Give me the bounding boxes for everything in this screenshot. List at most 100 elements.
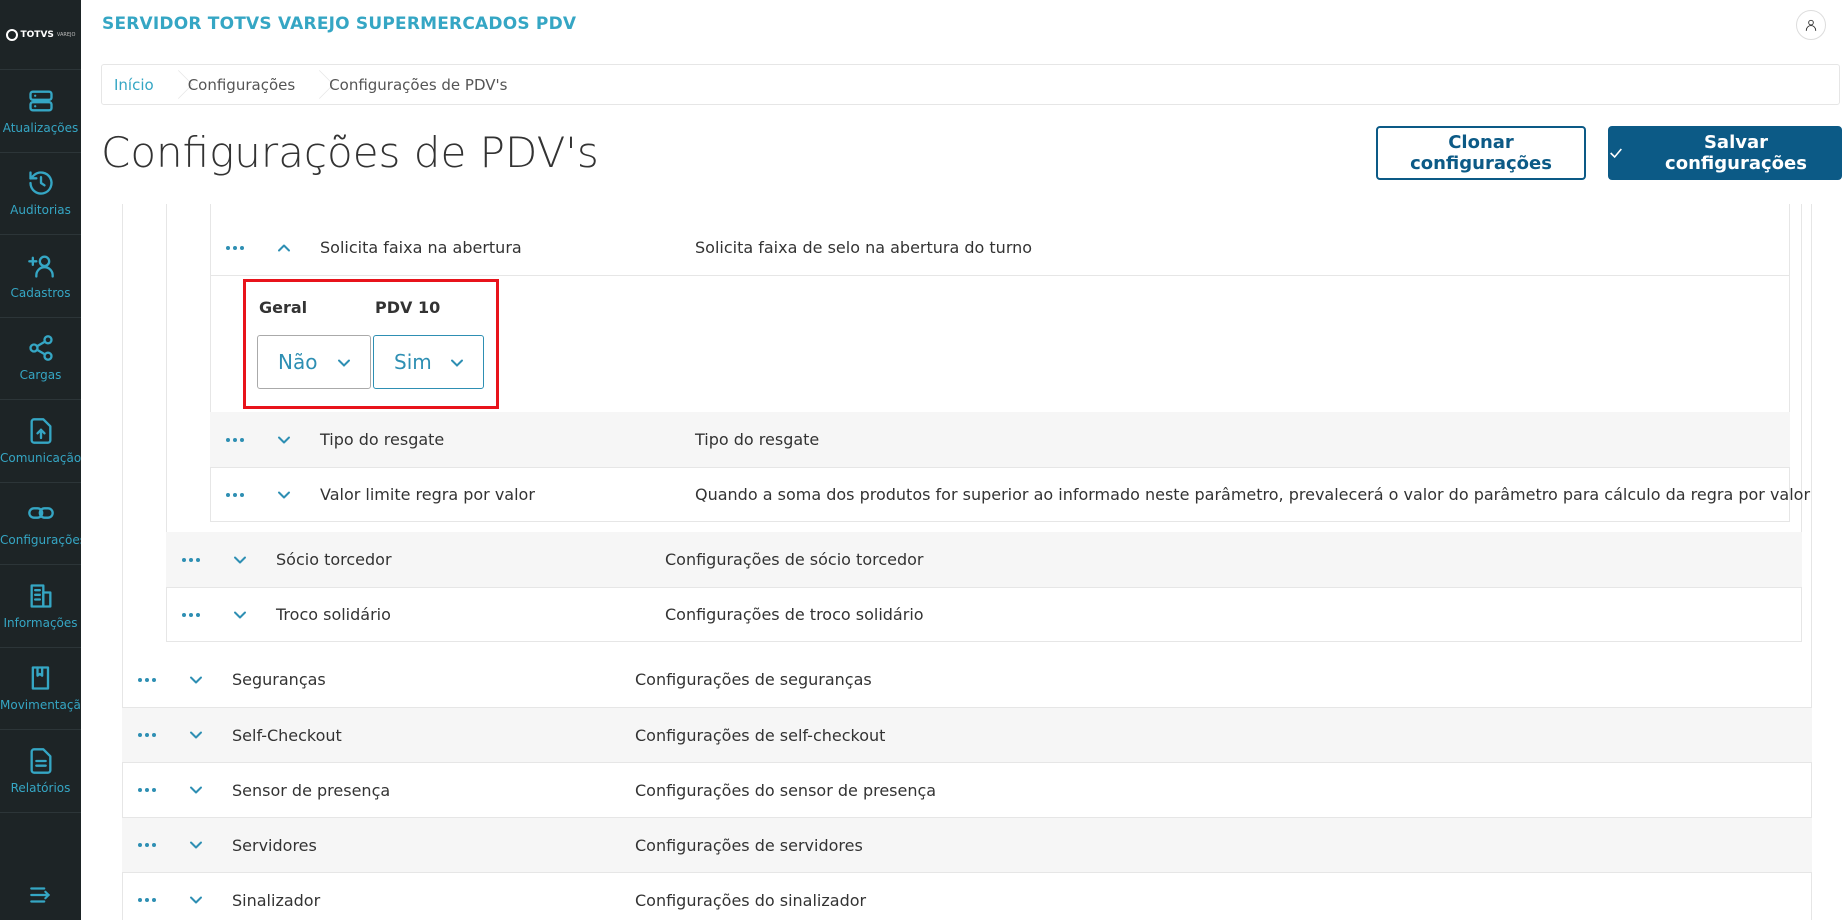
config-description: Tipo do resgate (695, 430, 820, 449)
clone-configurations-button[interactable]: Clonar configurações (1376, 126, 1586, 180)
sidebar-item-label: Configurações (0, 533, 81, 548)
config-name: Seguranças (232, 670, 326, 689)
config-row-socio-torcedor[interactable]: Sócio torcedor Configurações de sócio to… (166, 532, 1802, 588)
app-title: SERVIDOR TOTVS VAREJO SUPERMERCADOS PDV (102, 14, 577, 34)
sidebar-item-label: Auditorias (10, 203, 71, 218)
totvs-logo[interactable]: TOTVS VAREJO (0, 0, 81, 70)
sidebar-item-cargas[interactable]: Cargas (0, 318, 81, 400)
user-profile-button[interactable] (1796, 10, 1826, 40)
config-description: Solicita faixa de selo na abertura do tu… (695, 238, 1033, 257)
chevron-down-icon[interactable] (184, 833, 208, 857)
more-options-icon[interactable] (223, 492, 247, 497)
user-icon (1805, 19, 1817, 31)
history-icon (28, 171, 53, 195)
sidebar-item-movimentacao[interactable]: Movimentação (0, 648, 81, 730)
chevron-down-icon[interactable] (272, 483, 296, 507)
sidebar-collapse-button[interactable] (0, 882, 81, 908)
config-row-valor-limite[interactable]: Valor limite regra por valor Quando a so… (210, 468, 1810, 522)
breadcrumb-separator (166, 64, 176, 105)
config-description: Configurações de troco solidário (665, 605, 924, 624)
top-bar: SERVIDOR TOTVS VAREJO SUPERMERCADOS PDV (81, 0, 1846, 52)
breadcrumb-configuracoes[interactable]: Configurações (176, 65, 307, 104)
link-icon (27, 507, 54, 520)
chevron-down-icon[interactable] (228, 603, 252, 627)
sidebar-item-label: Cadastros (10, 285, 71, 300)
config-row-self-checkout[interactable]: Self-Checkout Configurações de self-chec… (122, 708, 1812, 763)
config-row-sensor-presenca[interactable]: Sensor de presença Configurações do sens… (122, 763, 1812, 818)
check-icon (1610, 148, 1622, 159)
building-icon (30, 584, 51, 608)
more-options-icon[interactable] (135, 898, 159, 902)
page-title: Configurações de PDV's (101, 128, 599, 177)
config-description: Configurações de self-checkout (635, 725, 886, 745)
config-description: Configurações de seguranças (635, 670, 872, 689)
breadcrumb-inicio[interactable]: Início (102, 65, 166, 104)
more-options-icon[interactable] (135, 843, 159, 847)
config-row-troco-solidario[interactable]: Troco solidário Configurações de troco s… (166, 588, 1802, 642)
breadcrumb-separator (307, 64, 317, 105)
more-options-icon[interactable] (223, 245, 247, 250)
share-icon (28, 335, 53, 362)
more-options-icon[interactable] (179, 612, 203, 617)
sidebar-item-label: Informações (3, 615, 78, 630)
more-options-icon[interactable] (135, 733, 159, 737)
config-row-servidores[interactable]: Servidores Configurações de servidores (122, 818, 1812, 873)
config-description: Configurações de sócio torcedor (665, 550, 924, 569)
config-name: Solicita faixa na abertura (320, 238, 522, 257)
breadcrumb: Início Configurações Configurações de PD… (101, 64, 1840, 105)
sidebar-item-atualizacoes[interactable]: Atualizações (0, 70, 81, 153)
config-description: Configurações do sensor de presença (635, 780, 937, 800)
chevron-down-icon[interactable] (184, 668, 208, 692)
config-description: Configurações do sinalizador (635, 890, 867, 910)
sidebar: TOTVS VAREJO Atualizações Auditorias Cad… (0, 0, 81, 920)
chevron-down-icon[interactable] (184, 723, 208, 747)
more-options-icon[interactable] (135, 788, 159, 792)
config-name: Sensor de presença (232, 780, 391, 800)
chevron-down-icon[interactable] (228, 548, 252, 572)
config-row-sinalizador[interactable]: Sinalizador Configurações do sinalizador (122, 873, 1812, 920)
config-row-tipo-resgate[interactable]: Tipo do resgate Tipo do resgate (210, 412, 1790, 468)
book-icon (31, 666, 49, 690)
chevron-down-icon[interactable] (272, 428, 296, 452)
collapse-menu-icon (29, 887, 50, 903)
more-options-icon[interactable] (135, 677, 159, 682)
more-options-icon[interactable] (179, 557, 203, 562)
config-row-solicita-faixa[interactable]: Solicita faixa na abertura Solicita faix… (210, 220, 1790, 276)
config-name: Troco solidário (276, 605, 391, 624)
sidebar-item-label: Relatórios (10, 780, 71, 795)
breadcrumb-current: Configurações de PDV's (329, 75, 508, 94)
chevron-down-icon[interactable] (184, 778, 208, 802)
sidebar-item-label: Movimentação (0, 698, 81, 713)
sidebar-item-label: Atualizações (2, 120, 79, 135)
config-name: Self-Checkout (232, 725, 342, 745)
totvs-logo-icon (5, 28, 18, 41)
logo-text: TOTVS (20, 29, 54, 40)
save-configurations-button[interactable]: Salvar configurações (1608, 126, 1842, 180)
highlight-box (243, 279, 499, 409)
document-icon (30, 747, 51, 774)
config-name: Valor limite regra por valor (320, 485, 535, 504)
more-options-icon[interactable] (223, 437, 247, 442)
chevron-up-icon[interactable] (272, 236, 296, 260)
sidebar-item-comunicacao[interactable]: Comunicação (0, 400, 81, 483)
config-description: Configurações de servidores (635, 835, 863, 855)
sidebar-item-cadastros[interactable]: Cadastros (0, 235, 81, 318)
config-name: Sócio torcedor (276, 550, 392, 569)
server-icon (28, 90, 53, 112)
chevron-down-icon[interactable] (184, 888, 208, 912)
add-user-icon (27, 255, 54, 278)
config-name: Sinalizador (232, 890, 321, 910)
config-name: Servidores (232, 835, 317, 855)
config-description: Quando a soma dos produtos for superior … (695, 485, 1811, 504)
sidebar-item-informacoes[interactable]: Informações (0, 565, 81, 648)
config-name: Tipo do resgate (320, 430, 445, 449)
save-button-label: Salvar configurações (1665, 132, 1807, 174)
sidebar-item-label: Comunicação (0, 450, 81, 465)
sidebar-item-auditorias[interactable]: Auditorias (0, 153, 81, 235)
sidebar-item-label: Cargas (19, 368, 62, 383)
config-row-segurancas[interactable]: Seguranças Configurações de seguranças (122, 652, 1812, 708)
sidebar-item-relatorios[interactable]: Relatórios (0, 730, 81, 813)
file-upload-icon (30, 417, 51, 444)
sidebar-item-configuracoes[interactable]: Configurações (0, 483, 81, 565)
logo-subtext: VAREJO (56, 31, 76, 38)
